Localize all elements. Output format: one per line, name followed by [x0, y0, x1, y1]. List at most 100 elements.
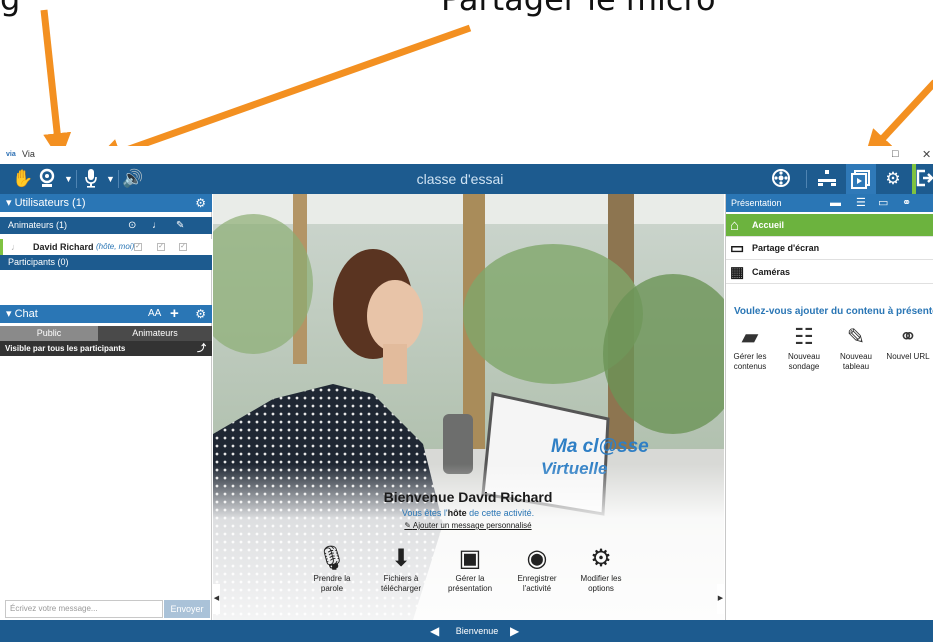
window-titlebar: via Via □ ✕: [0, 146, 933, 164]
host-suffix: de cette activité.: [466, 508, 535, 518]
users-header[interactable]: ▾ Utilisateurs (1) ⚙: [0, 194, 212, 212]
microphone-icon[interactable]: [80, 168, 102, 190]
download-file-icon: ⬇: [390, 545, 412, 572]
link-icon: ⚭: [898, 324, 918, 349]
record-icon[interactable]: [770, 168, 792, 190]
user-webcam-checkbox[interactable]: ✓: [134, 243, 142, 251]
microphone-icon: 🎙: [316, 545, 348, 572]
send-button[interactable]: Envoyer: [164, 600, 210, 618]
presentation-item-screen-share[interactable]: ▭ Partage d'écran: [726, 237, 933, 260]
previous-arrow-icon[interactable]: ◀: [430, 620, 439, 642]
chat-settings-icon[interactable]: ⚙: [195, 305, 206, 323]
presentation-item-accueil[interactable]: ⌂ Accueil: [726, 214, 933, 237]
app-logo: via: [6, 151, 16, 158]
new-whiteboard-label-1: Nouveau: [839, 352, 873, 361]
download-files-label-1: Fichiers à: [383, 574, 419, 583]
participants-row: Participants (0): [0, 255, 212, 270]
chat-header[interactable]: ▾ Chat AA + ⚙: [0, 305, 212, 323]
welcome-title: Bienvenue David Richard: [383, 489, 553, 505]
monitor-icon: ▭: [730, 240, 745, 257]
folder-icon[interactable]: ▬: [830, 194, 841, 212]
toolbar-separator: [76, 170, 77, 188]
user-role: (hôte, moi): [96, 242, 135, 251]
record-activity-button[interactable]: ◉ Enregistrer l'activité: [505, 544, 569, 594]
user-microphone-checkbox[interactable]: ✓: [157, 243, 165, 251]
activity-title: classe d'essai: [416, 171, 504, 187]
pencil-column-icon: ✎: [176, 220, 185, 231]
modify-options-button[interactable]: ⚙ Modifier les options: [569, 544, 633, 594]
exit-icon[interactable]: [915, 168, 933, 190]
close-window-icon[interactable]: ✕: [922, 148, 931, 161]
collapse-left-panel-button[interactable]: ◀: [213, 584, 220, 614]
presentation-mode-button[interactable]: [846, 164, 876, 194]
collapse-right-panel-button[interactable]: ▶: [717, 584, 724, 614]
users-settings-icon[interactable]: ⚙: [195, 194, 206, 212]
raise-hand-icon[interactable]: ✋: [12, 168, 34, 190]
new-poll-label-1: Nouveau: [787, 352, 821, 361]
manage-contents-label-2: contenus: [733, 362, 767, 371]
new-whiteboard-button[interactable]: ✎ Nouveau tableau: [836, 322, 876, 372]
welcome-area: Ma cl@sse Virtuelle ◀ ▶ Bienvenue David …: [213, 194, 724, 620]
modify-options-label-2: options: [588, 584, 614, 593]
toolbar-separator: [118, 170, 119, 188]
webcam-icon[interactable]: [36, 168, 58, 190]
add-chat-icon[interactable]: +: [170, 305, 179, 323]
manage-presentation-button[interactable]: ▣ Gérer la présentation: [438, 544, 502, 594]
webcam-dropdown-icon[interactable]: ▼: [64, 170, 73, 188]
bottom-navigation-bar: ◀ Bienvenue ▶: [0, 620, 933, 642]
record-icon: ◉: [526, 545, 548, 572]
manage-presentation-label-1: Gérer la: [455, 574, 485, 583]
record-activity-label-1: Enregistrer: [517, 574, 557, 583]
accueil-label: Accueil: [752, 220, 785, 230]
manage-contents-label-1: Gérer les: [733, 352, 767, 361]
manage-contents-button[interactable]: ▰ Gérer les contenus: [730, 322, 770, 372]
take-floor-label-2: parole: [320, 584, 344, 593]
export-chat-icon[interactable]: ⤴: [197, 341, 206, 356]
new-url-label: Nouvel URL: [886, 352, 930, 361]
brand-line-1: Ma cl@sse: [551, 436, 649, 457]
next-arrow-icon[interactable]: ▶: [510, 620, 519, 642]
take-floor-label-1: Prendre la: [313, 574, 351, 583]
poll-icon: ☷: [794, 324, 814, 349]
chat-message-input[interactable]: Écrivez votre message...: [5, 600, 163, 618]
collapse-users-icon[interactable]: ▾: [6, 197, 15, 209]
add-custom-message-link[interactable]: ✎ Ajouter un message personnalisé: [343, 521, 593, 530]
welcome-text: Bienvenue David Richard Vous êtes l'hôte…: [343, 489, 593, 530]
font-size-toggle[interactable]: AA: [148, 305, 161, 323]
layout-icon[interactable]: [816, 168, 838, 190]
download-files-label-2: télécharger: [380, 584, 422, 593]
add-content-question: Voulez-vous ajouter du contenu à présent…: [734, 306, 933, 317]
top-toolbar: ✋ ▼ ▼ 🔊 classe d'essai: [0, 164, 933, 194]
right-panel: Présentation ▬ ☰ ▭ ⚭ ⌂ Accueil ▭ Partage d…: [725, 194, 933, 620]
presentation-header: Présentation ▬ ☰ ▭ ⚭: [726, 194, 933, 212]
settings-icon[interactable]: ⚙: [882, 168, 904, 190]
host-status: Vous êtes l'hôte de cette activité.: [343, 508, 593, 518]
toolbar-separator: [806, 170, 807, 188]
user-pencil-checkbox[interactable]: ✓: [179, 243, 187, 251]
user-row[interactable]: ♩ David Richard (hôte, moi) ✓ ✓ ✓: [0, 239, 212, 255]
restore-window-icon[interactable]: □: [892, 148, 899, 160]
whiteboard-icon[interactable]: ▭: [878, 194, 888, 212]
download-files-button[interactable]: ⬇ Fichiers à télécharger: [369, 544, 433, 594]
screen-share-label: Partage d'écran: [752, 243, 820, 253]
collapse-chat-icon[interactable]: ▾: [6, 308, 15, 320]
arrow-to-webcam: [40, 9, 72, 162]
custom-message-label: Ajouter un message personnalisé: [412, 521, 532, 530]
tab-public[interactable]: Public: [0, 326, 98, 341]
presentation-item-cameras[interactable]: ▦ Caméras: [726, 261, 933, 284]
speaker-icon[interactable]: 🔊: [122, 168, 144, 190]
microphone-dropdown-icon[interactable]: ▼: [106, 170, 115, 188]
user-microphone-icon: ♩: [11, 242, 20, 252]
annotation-left-text: g: [0, 0, 20, 18]
arrow-to-microphone: [93, 24, 472, 166]
new-poll-button[interactable]: ☷ Nouveau sondage: [784, 322, 824, 372]
current-section-label: Bienvenue: [455, 626, 499, 636]
new-url-button[interactable]: ⚭ Nouvel URL: [884, 322, 932, 362]
new-whiteboard-label-2: tableau: [842, 362, 870, 371]
annotation-center-text: Partager le micro: [441, 0, 716, 18]
link-icon[interactable]: ⚭: [902, 194, 911, 212]
poll-icon[interactable]: ☰: [856, 194, 866, 212]
take-floor-button[interactable]: 🎙 Prendre la parole: [300, 544, 364, 594]
tab-animateurs[interactable]: Animateurs: [98, 326, 212, 341]
chat-tabs: Public Animateurs: [0, 326, 212, 341]
